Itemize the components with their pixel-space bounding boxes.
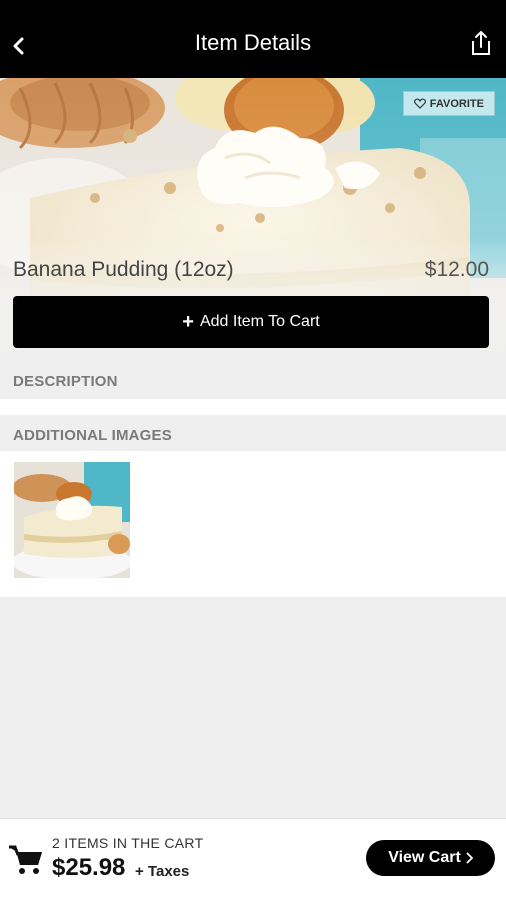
heart-outline-icon xyxy=(413,98,426,109)
cart-items-count: 2 ITEMS IN THE CART xyxy=(52,835,204,851)
chevron-right-icon xyxy=(466,852,473,864)
favorite-label: FAVORITE xyxy=(429,97,484,110)
favorite-button[interactable]: FAVORITE xyxy=(402,91,495,116)
plus-icon: + xyxy=(182,311,194,333)
description-heading: DESCRIPTION xyxy=(0,363,506,399)
item-hero: FAVORITE Banana Pudding (12oz) $12.00 + … xyxy=(0,78,506,368)
additional-image-thumbnail[interactable] xyxy=(14,462,130,578)
shopping-cart-icon xyxy=(9,845,42,874)
cart-summary-bar: 2 ITEMS IN THE CART $25.98 + Taxes View … xyxy=(0,818,506,900)
view-cart-label: View Cart xyxy=(388,849,461,866)
cart-total: $25.98 xyxy=(52,854,126,881)
add-to-cart-button[interactable]: + Add Item To Cart xyxy=(13,296,489,348)
additional-images-panel xyxy=(0,451,506,597)
view-cart-button[interactable]: View Cart xyxy=(366,840,495,876)
add-to-cart-label: Add Item To Cart xyxy=(199,313,320,330)
description-body xyxy=(0,399,506,415)
additional-images-heading: ADDITIONAL IMAGES xyxy=(0,417,506,453)
thumbnail-photo xyxy=(14,462,130,578)
share-button[interactable] xyxy=(470,30,494,58)
share-icon xyxy=(472,31,490,55)
taxes-label: + Taxes xyxy=(135,863,190,880)
top-bar: Item Details xyxy=(0,0,506,78)
page-title: Item Details xyxy=(194,30,312,55)
item-price: $12.00 xyxy=(424,258,489,281)
item-name: Banana Pudding (12oz) xyxy=(13,258,234,281)
